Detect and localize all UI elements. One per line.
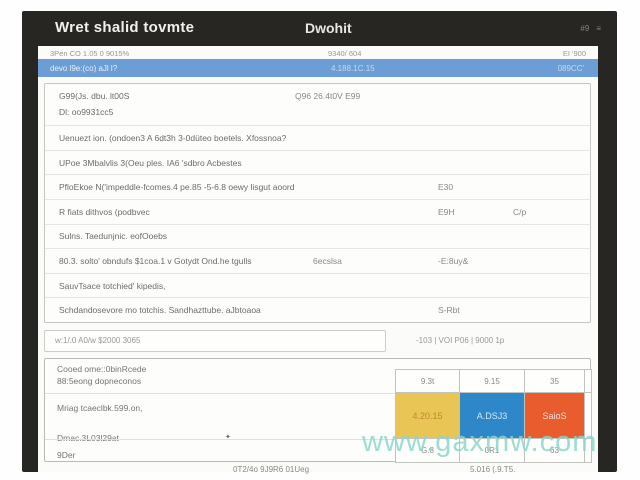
list-item[interactable]: Sulns. Taedunjnic. eofOoebs: [45, 225, 590, 250]
row-label: UPoe 3Mbalvlis 3(Oeu ples. IA6 'sdbro Ac…: [59, 158, 242, 168]
table-header-cell: 9.3t: [395, 369, 459, 393]
column-header-row: 3Pen CO 1.05 0 9015% 9340/ 604 EI '900: [38, 46, 598, 59]
row-label: R fiats dithvos (podbvec: [59, 207, 150, 217]
list-item[interactable]: Schdandosevore mo totchis. Sandhazttube.…: [45, 298, 590, 322]
titlebar-icons: #9 ≡: [580, 24, 601, 33]
row-value-2: C/p: [513, 207, 526, 217]
summary-line: Dmac.3L03l29at: [57, 433, 119, 443]
list-item[interactable]: SauvTsace totchied' kipedis,: [45, 274, 590, 299]
filter-summary: -103 | VOI P06 | 9000 1p: [416, 330, 504, 352]
selected-row-right: 089CC': [558, 64, 584, 73]
row-value: E30: [438, 182, 453, 192]
row-value: Q96 26.4t0V E99: [295, 91, 360, 101]
list-item[interactable]: G99(Js. dbu. lt00S Q96 26.4t0V E99 Dl: o…: [45, 84, 590, 126]
selected-row-value: 4.188.1C.15: [331, 64, 375, 73]
list-item[interactable]: UPoe 3Mbalvlis 3(Oeu ples. IA6 'sdbro Ac…: [45, 151, 590, 176]
list-item[interactable]: 80.3. solto' obndufs $1coa.1 v Gotydt On…: [45, 249, 590, 274]
selected-row[interactable]: devo l9e:(co) aJl l? 4.188.1C.15 089CC': [38, 59, 598, 77]
summary-line: Cooed ome::0binRcede: [57, 364, 146, 374]
screenshot-stage: Wret shalid tovmte Dwohit #9 ≡ 3Pen CO 1…: [0, 0, 640, 480]
subheader-left: 3Pen CO 1.05 0 9015%: [50, 49, 129, 58]
table-spacer-cell: [584, 369, 592, 393]
app-window: Wret shalid tovmte Dwohit #9 ≡ 3Pen CO 1…: [22, 11, 617, 472]
divider: [45, 393, 395, 394]
watermark-text: www.gaxmw.com: [362, 426, 597, 459]
list-item[interactable]: PfloEkoe N('impeddle-fcomes.4 pe.85 -5-6…: [45, 175, 590, 200]
list-item[interactable]: R fiats dithvos (podbvec E9H C/p: [45, 200, 590, 225]
table-header-cell: 9.15: [459, 369, 524, 393]
row-value: S-Rbt: [438, 305, 460, 315]
row-label: Uenuezt ion. (ondoen3 A 6dt3h 3-0düteo b…: [59, 133, 286, 143]
row-label: SauvTsace totchied' kipedis,: [59, 281, 166, 291]
filter-input[interactable]: w:1/.0 A0/w $2000 3065: [44, 330, 386, 352]
title-bar: Wret shalid tovmte Dwohit #9 ≡: [22, 11, 617, 46]
row-value: E9H: [438, 207, 455, 217]
row-label: PfloEkoe N('impeddle-fcomes.4 pe.85 -5-6…: [59, 182, 295, 192]
row-label: G99(Js. dbu. lt00S: [59, 91, 129, 101]
apps-icon[interactable]: #9: [580, 24, 589, 33]
row-label: Sulns. Taedunjnic. eofOoebs: [59, 231, 167, 241]
filter-bar: w:1/.0 A0/w $2000 3065 -103 | VOI P06 | …: [44, 330, 591, 352]
window-subtitle: Dwohit: [305, 20, 352, 36]
window-title: Wret shalid tovmte: [55, 19, 194, 36]
content-area: 3Pen CO 1.05 0 9015% 9340/ 604 EI '900 d…: [38, 46, 598, 472]
subheader-right: EI '900: [563, 49, 586, 58]
menu-icon[interactable]: ≡: [596, 24, 601, 33]
selected-row-label: devo l9e:(co) aJl l?: [50, 64, 117, 73]
footer-right-text: 5.016 (.9.T5.: [470, 465, 515, 474]
subheader-center: 9340/ 604: [328, 49, 361, 58]
list-item[interactable]: Uenuezt ion. (ondoen3 A 6dt3h 3-0düteo b…: [45, 126, 590, 151]
row-value: 6ecslsa: [313, 256, 342, 266]
divider: [45, 439, 395, 440]
detail-panel: G99(Js. dbu. lt00S Q96 26.4t0V E99 Dl: o…: [44, 83, 591, 323]
summary-line: Mriag tcaeclbk.599.on,: [57, 403, 143, 413]
summary-line: 9Der: [57, 450, 75, 460]
table-header-cell: 35: [524, 369, 584, 393]
summary-line: 88:5eong dopneconos: [57, 376, 141, 386]
row-label: 80.3. solto' obndufs $1coa.1 v Gotydt On…: [59, 256, 252, 266]
footer-left-text: 0T2/4o 9J9R6 01Ueg: [233, 465, 309, 474]
status-footer: 0T2/4o 9J9R6 01Ueg 5.016 (.9.T5.: [38, 465, 598, 477]
row-value-2: -E:8uy&: [438, 256, 468, 266]
row-label: Schdandosevore mo totchis. Sandhazttube.…: [59, 305, 261, 315]
row-sublabel: Dl: oo9931cc5: [59, 107, 113, 117]
